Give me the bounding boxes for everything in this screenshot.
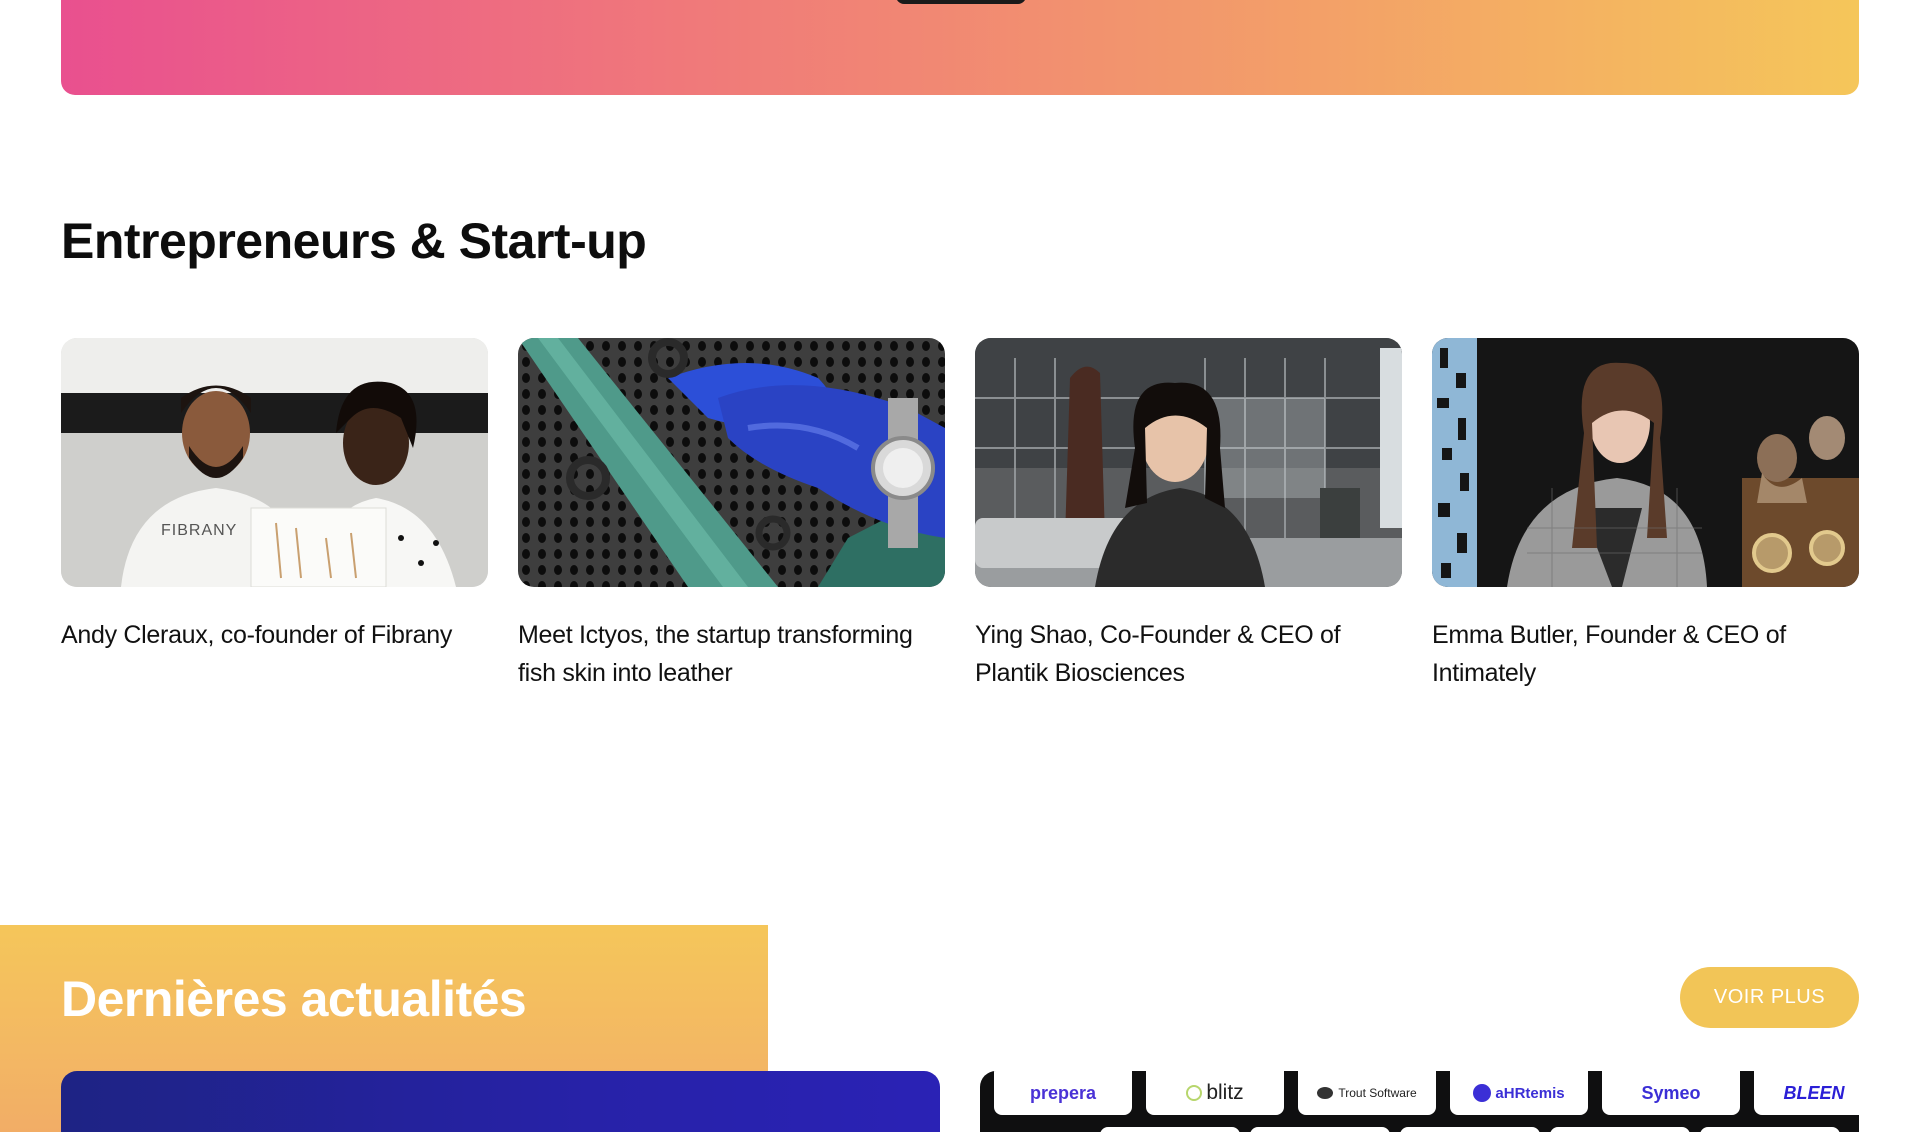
card-image-ictyos[interactable] [518, 338, 945, 587]
logo-trout-text: Trout Software [1338, 1086, 1417, 1100]
logo-tile-row2 [1400, 1127, 1540, 1132]
see-more-button[interactable]: VOIR PLUS [1680, 967, 1859, 1028]
trout-fish-icon [1317, 1087, 1334, 1099]
card-image-fibrany[interactable]: FIBRANY [61, 338, 488, 587]
fibrany-shirt-text: FIBRANY [161, 522, 237, 539]
banner-tab [896, 0, 1026, 4]
startup-card-fibrany[interactable]: FIBRANY Andy Cleraux, co-founder of Fibr… [61, 338, 488, 692]
logo-ahrtemis: aHRtemis [1450, 1071, 1588, 1115]
card-image-plantik[interactable] [975, 338, 1402, 587]
logo-blitz: blitz [1146, 1071, 1284, 1115]
news-card-featured[interactable] [61, 1071, 940, 1132]
logo-tile-row2 [1250, 1127, 1390, 1132]
news-section-title: Dernières actualités [61, 971, 527, 1027]
card-caption[interactable]: Andy Cleraux, co-founder of Fibrany [61, 616, 488, 654]
logo-tile-row2 [1550, 1127, 1690, 1132]
logo-symeo: Symeo [1602, 1071, 1740, 1115]
logo-tile-row2 [1100, 1127, 1240, 1132]
card-caption[interactable]: Meet Ictyos, the startup transforming fi… [518, 616, 945, 692]
photo-fish-leather [518, 338, 945, 587]
logo-tile-row2 [1700, 1127, 1840, 1132]
startup-card-plantik[interactable]: Ying Shao, Co-Founder & CEO of Plantik B… [975, 338, 1402, 692]
card-image-intimately[interactable] [1432, 338, 1859, 587]
blitz-dot-icon [1186, 1085, 1203, 1101]
photo-founder-portrait [1432, 338, 1859, 587]
startup-card-ictyos[interactable]: Meet Ictyos, the startup transforming fi… [518, 338, 945, 692]
logo-ahrtemis-text: aHRtemis [1495, 1084, 1565, 1102]
card-caption[interactable]: Emma Butler, Founder & CEO of Intimately [1432, 616, 1859, 692]
page: Entrepreneurs & Start-up FIBRANY Andy Cl… [0, 0, 1920, 1132]
photo-founders: FIBRANY [61, 338, 488, 587]
logo-blitz-text: blitz [1206, 1081, 1244, 1104]
logo-bleen: BLEEN [1754, 1071, 1859, 1115]
top-gradient-banner [61, 0, 1859, 95]
news-card-logos[interactable]: prepera blitz Trout Software aHRtemis Sy… [980, 1071, 1859, 1132]
card-caption[interactable]: Ying Shao, Co-Founder & CEO of Plantik B… [975, 616, 1402, 692]
logo-prepera: prepera [994, 1071, 1132, 1115]
ahrtemis-mark-icon [1473, 1084, 1492, 1102]
startup-card-intimately[interactable]: Emma Butler, Founder & CEO of Intimately [1432, 338, 1859, 692]
card-list: FIBRANY Andy Cleraux, co-founder of Fibr… [61, 338, 1859, 692]
logo-trout-software: Trout Software [1298, 1071, 1436, 1115]
photo-interview-hall [975, 338, 1402, 587]
section-title: Entrepreneurs & Start-up [61, 213, 647, 269]
